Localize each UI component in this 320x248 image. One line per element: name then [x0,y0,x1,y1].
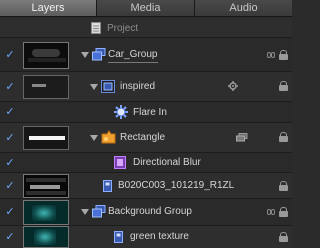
layer-name: Car_Group [108,49,158,60]
visibility-checkbox[interactable]: ✓ [5,82,15,93]
lock-icon[interactable] [279,232,288,242]
layer-group-icon [236,133,248,142]
visibility-checkbox[interactable]: ✓ [5,181,15,192]
project-row[interactable]: Project [0,18,292,38]
layer-group-icon [92,205,106,218]
layer-thumbnail [23,174,69,198]
chain-link-icon[interactable] [267,208,276,216]
document-icon [91,22,101,34]
filter-icon [114,156,126,169]
visibility-checkbox[interactable]: ✓ [5,232,15,243]
layer-row-green-texture[interactable]: ✓ green texture [0,226,292,248]
chain-link-icon[interactable] [267,51,276,59]
tab-media[interactable]: Media [97,0,195,17]
visibility-checkbox[interactable]: ✓ [5,107,15,118]
layer-group-icon [92,48,106,61]
layer-group-icon [101,80,115,93]
tab-audio[interactable]: Audio [195,0,292,17]
lock-icon[interactable] [279,132,288,142]
layer-row-b020c003[interactable]: ✓ B020C003_101219_R1ZL [0,173,292,199]
disclosure-triangle[interactable] [90,135,98,141]
layer-thumbnail [23,226,69,248]
disclosure-triangle[interactable] [90,84,98,90]
layer-row-directional-blur[interactable]: ✓ Directional Blur [0,153,292,173]
visibility-checkbox[interactable]: ✓ [5,133,15,144]
lock-icon[interactable] [279,81,288,91]
lock-icon[interactable] [279,50,288,60]
behavior-gear-icon [114,105,128,119]
layers-panel: Layers Media Audio Project ✓ Car_Group ✓… [0,0,292,248]
lock-icon[interactable] [279,181,288,191]
behavior-gear-icon [228,81,238,91]
layer-row-flare-in[interactable]: ✓ Flare In [0,102,292,123]
layer-name: green texture [130,231,189,242]
layer-row-car-group[interactable]: ✓ Car_Group [0,38,292,72]
layer-list: Project ✓ Car_Group ✓ inspired ✓ Flare I… [0,18,292,248]
layer-row-inspired[interactable]: ✓ inspired [0,72,292,102]
layer-name: Background Group [108,206,192,217]
layer-name: inspired [120,81,156,92]
layer-name: Flare In [133,107,167,118]
disclosure-triangle[interactable] [81,52,89,58]
visibility-checkbox[interactable]: ✓ [5,50,15,61]
layer-row-background-group[interactable]: ✓ Background Group [0,199,292,226]
layer-thumbnail [23,126,69,150]
tab-layers[interactable]: Layers [0,0,97,17]
disclosure-triangle[interactable] [81,209,89,215]
visibility-checkbox[interactable]: ✓ [5,207,15,218]
layer-thumbnail [23,200,69,225]
layer-row-rectangle[interactable]: ✓ Rectangle [0,123,292,153]
layer-thumbnail [23,75,69,99]
layer-thumbnail [23,42,69,69]
visibility-checkbox[interactable]: ✓ [5,158,15,169]
layer-name: Directional Blur [133,157,201,168]
project-label: Project [107,23,139,34]
shape-icon [101,130,116,144]
tab-bar: Layers Media Audio [0,0,292,17]
layer-name: B020C003_101219_R1ZL [118,180,235,191]
lock-icon[interactable] [279,207,288,217]
layer-name: Rectangle [120,132,166,143]
film-clip-icon [103,180,112,192]
film-clip-icon [114,231,123,243]
